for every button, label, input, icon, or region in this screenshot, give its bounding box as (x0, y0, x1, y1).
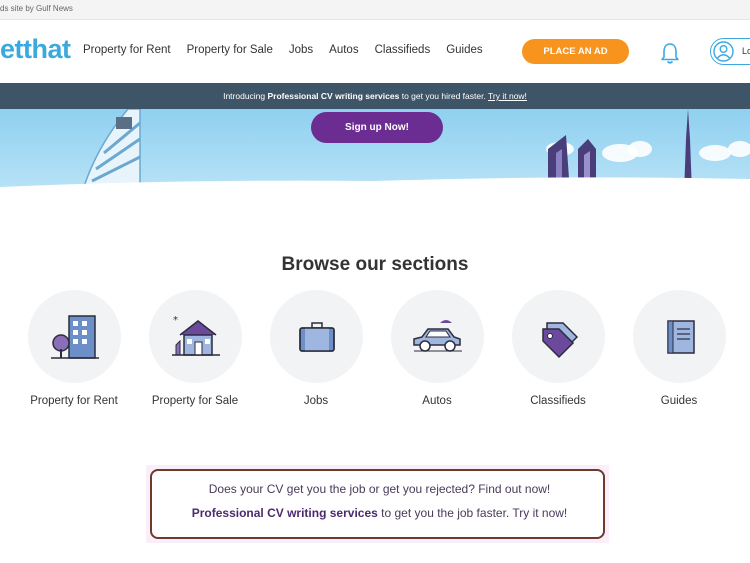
section-label: Guides (660, 395, 698, 407)
site-logo[interactable]: etthat (0, 34, 71, 65)
section-classifieds[interactable]: Classifieds (503, 290, 613, 407)
section-autos[interactable]: Autos (382, 290, 492, 407)
login-button[interactable]: Lo (710, 38, 750, 65)
nav-classifieds[interactable]: Classifieds (375, 44, 431, 56)
bell-icon[interactable] (659, 41, 681, 65)
main-nav: Property for Rent Property for Sale Jobs… (83, 44, 499, 56)
section-guides[interactable]: Guides (624, 290, 734, 407)
cv-promo-rest: to get you the job faster. Try it now! (381, 506, 568, 520)
section-jobs[interactable]: Jobs (261, 290, 371, 407)
cv-promo-line2: Professional CV writing services to get … (152, 506, 607, 520)
svg-text:*: * (173, 315, 178, 326)
section-property-for-rent[interactable]: Property for Rent (19, 290, 129, 407)
place-an-ad-button[interactable]: PLACE AN AD (522, 39, 629, 64)
section-label: Property for Rent (30, 395, 118, 407)
browse-sections-title: Browse our sections (281, 254, 469, 275)
section-label: Jobs (303, 395, 329, 407)
section-icon-circle: * (148, 290, 242, 383)
nav-property-for-rent[interactable]: Property for Rent (83, 44, 171, 56)
top-strip: ds site by Gulf News (0, 0, 750, 20)
promo-bar: Introducing Professional CV writing serv… (0, 83, 750, 109)
house-icon: * (171, 315, 220, 356)
login-label: Lo (742, 46, 750, 56)
nav-autos[interactable]: Autos (329, 44, 358, 56)
cv-promo-line1: Does your CV get you the job or get you … (208, 482, 551, 496)
site-header: etthat Property for Rent Property for Sa… (0, 20, 750, 82)
cv-promo-box[interactable]: Does your CV get you the job or get you … (146, 465, 609, 543)
user-icon (713, 41, 734, 62)
promo-try-link[interactable]: Try it now! (488, 91, 527, 101)
nav-property-for-sale[interactable]: Property for Sale (187, 44, 273, 56)
cv-promo-frame: Does your CV get you the job or get you … (150, 469, 605, 539)
nav-guides[interactable]: Guides (446, 44, 482, 56)
building-icon (50, 315, 99, 359)
promo-rest: to get you hired faster. (401, 91, 486, 101)
section-icon-circle (27, 290, 121, 383)
top-strip-text: ds site by Gulf News (0, 4, 73, 13)
promo-highlight: Professional CV writing services (267, 91, 400, 101)
cv-promo-highlight: Professional CV writing services (191, 506, 378, 520)
briefcase-icon (298, 322, 335, 352)
section-label: Classifieds (530, 395, 586, 407)
section-icon-circle (632, 290, 726, 383)
car-icon (412, 320, 462, 352)
nav-jobs[interactable]: Jobs (289, 44, 313, 56)
book-icon (666, 320, 695, 354)
tag-icon (541, 322, 578, 359)
section-label: Autos (422, 395, 452, 407)
section-property-for-sale[interactable]: * Property for Sale (140, 290, 250, 407)
section-icon-circle (390, 290, 484, 383)
section-icon-circle (269, 290, 363, 383)
section-icon-circle (511, 290, 605, 383)
promo-intro: Introducing (223, 91, 266, 101)
section-label: Property for Sale (151, 395, 239, 407)
signup-button[interactable]: Sign up Now! (311, 112, 443, 143)
